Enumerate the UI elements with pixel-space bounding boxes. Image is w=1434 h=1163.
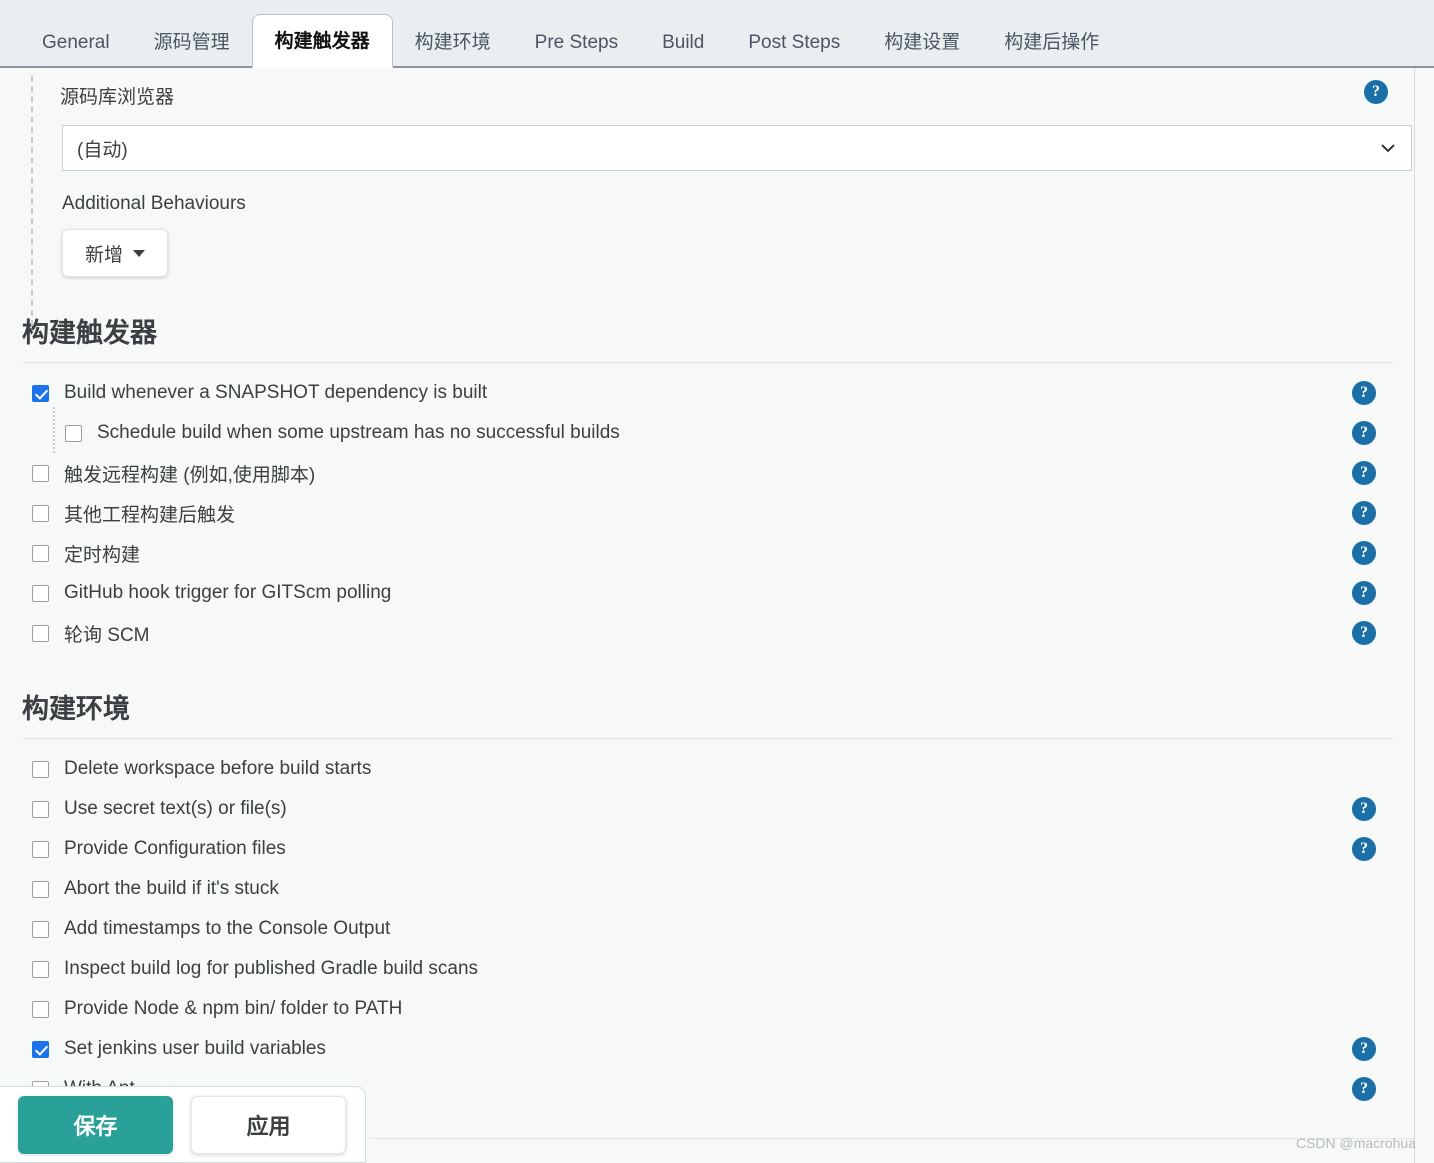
checkbox-label[interactable]: Build whenever a SNAPSHOT dependency is … — [64, 382, 487, 404]
scm-browser-block: ? 源码库浏览器 (自动) Additional Behaviours 新增 — [0, 68, 1414, 277]
tab-bar: General 源码管理 构建触发器 构建环境 Pre Steps Build Post S… — [0, 0, 1434, 68]
build-environment-section: 构建环境 Delete workspace before build start… — [0, 687, 1414, 1109]
tab-7[interactable]: Post Steps — [726, 20, 862, 66]
caret-down-icon — [133, 249, 146, 257]
checkbox-label[interactable]: Provide Node & npm bin/ folder to PATH — [64, 998, 402, 1020]
checkbox-row[interactable]: Set jenkins user build variables? — [22, 1029, 1394, 1069]
checkbox[interactable] — [32, 1040, 49, 1058]
additional-behaviours-label: Additional Behaviours — [62, 193, 246, 214]
scm-browser-select-wrap: (自动) — [62, 125, 1412, 171]
scm-browser-select-value: (自动) — [77, 139, 128, 161]
tab-2[interactable]: 源码管理 — [132, 20, 252, 66]
help-icon[interactable]: ? — [1352, 381, 1376, 405]
checkbox[interactable] — [32, 584, 49, 602]
checkbox-label[interactable]: Schedule build when some upstream has no… — [97, 422, 620, 444]
bottom-divider — [370, 1138, 1414, 1139]
save-button[interactable]: 保存 — [18, 1095, 173, 1154]
help-icon[interactable]: ? — [1352, 837, 1376, 861]
checkbox[interactable] — [32, 800, 49, 818]
config-content: ? 源码库浏览器 (自动) Additional Behaviours 新增 构… — [0, 68, 1415, 1163]
checkbox[interactable] — [32, 384, 49, 402]
checkbox-row[interactable]: 其他工程构建后触发? — [22, 493, 1394, 533]
checkbox[interactable] — [32, 960, 49, 978]
checkbox-label[interactable]: Provide Configuration files — [64, 838, 286, 860]
tab-6[interactable]: Build — [640, 20, 726, 66]
checkbox-row[interactable]: Schedule build when some upstream has no… — [22, 407, 1394, 453]
checkbox-label[interactable]: 轮询 SCM — [64, 620, 150, 647]
checkbox-row[interactable]: Provide Configuration files? — [22, 829, 1394, 869]
checkbox-label[interactable]: Set jenkins user build variables — [64, 1038, 326, 1060]
checkbox[interactable] — [32, 760, 49, 778]
build-triggers-section: 构建触发器 Build whenever a SNAPSHOT dependen… — [0, 311, 1414, 653]
checkbox-row[interactable]: 轮询 SCM? — [22, 613, 1394, 653]
help-icon[interactable]: ? — [1352, 461, 1376, 485]
checkbox-label[interactable]: 其他工程构建后触发 — [64, 500, 235, 527]
tab-label: Pre Steps — [534, 32, 619, 53]
checkbox[interactable] — [32, 880, 49, 898]
build-triggers-title: 构建触发器 — [22, 318, 157, 348]
help-icon[interactable]: ? — [1352, 1037, 1376, 1061]
checkbox[interactable] — [32, 840, 49, 858]
checkbox-label[interactable]: Inspect build log for published Gradle b… — [64, 958, 478, 980]
checkbox[interactable] — [32, 624, 49, 642]
help-icon[interactable]: ? — [1352, 581, 1376, 605]
checkbox-row[interactable]: Abort the build if it's stuck — [22, 869, 1394, 909]
build-environment-rows: Delete workspace before build starts Use … — [22, 749, 1394, 1109]
checkbox[interactable] — [32, 504, 49, 522]
checkbox-label[interactable]: GitHub hook trigger for GITScm polling — [64, 582, 391, 604]
checkbox-label[interactable]: Use secret text(s) or file(s) — [64, 798, 287, 820]
tab-1[interactable]: General — [20, 20, 132, 66]
help-icon[interactable]: ? — [1352, 797, 1376, 821]
build-environment-title: 构建环境 — [22, 694, 130, 724]
checkbox-row[interactable]: Add timestamps to the Console Output — [22, 909, 1394, 949]
tab-4[interactable]: 构建环境 — [393, 20, 513, 66]
form-action-bar: 保存 应用 — [0, 1086, 366, 1163]
build-triggers-rows: Build whenever a SNAPSHOT dependency is … — [22, 373, 1394, 653]
tab-label: 源码管理 — [153, 32, 230, 53]
checkbox-label[interactable]: Abort the build if it's stuck — [64, 878, 279, 900]
checkbox-row[interactable]: Provide Node & npm bin/ folder to PATH — [22, 989, 1394, 1029]
checkbox[interactable] — [32, 1000, 49, 1018]
tab-5[interactable]: Pre Steps — [513, 20, 640, 66]
checkbox-row[interactable]: 触发远程构建 (例如,使用脚本)? — [22, 453, 1394, 493]
tab-label: General — [42, 32, 110, 53]
checkbox-label[interactable]: 触发远程构建 (例如,使用脚本) — [64, 460, 315, 487]
tab-label: Build — [662, 32, 705, 53]
checkbox[interactable] — [32, 464, 49, 482]
section-divider — [22, 738, 1394, 739]
tab-3[interactable]: 构建触发器 — [251, 14, 393, 68]
checkbox-row[interactable]: Inspect build log for published Gradle b… — [22, 949, 1394, 989]
tab-label: 构建触发器 — [274, 31, 370, 52]
section-divider — [22, 362, 1394, 363]
tab-label: 构建环境 — [414, 32, 491, 53]
tab-8[interactable]: 构建设置 — [862, 20, 982, 66]
watermark: CSDN @macrohua — [1295, 1135, 1416, 1151]
help-icon[interactable]: ? — [1352, 541, 1376, 565]
checkbox-row[interactable]: 定时构建? — [22, 533, 1394, 573]
scm-browser-label: 源码库浏览器 — [60, 87, 175, 108]
tab-9[interactable]: 构建后操作 — [982, 20, 1121, 66]
checkbox-row[interactable]: Delete workspace before build starts — [22, 749, 1394, 789]
tab-label: 构建设置 — [884, 32, 961, 53]
checkbox-label[interactable]: 定时构建 — [64, 540, 140, 567]
checkbox-label[interactable]: Delete workspace before build starts — [64, 758, 371, 780]
checkbox-row[interactable]: Build whenever a SNAPSHOT dependency is … — [22, 373, 1394, 413]
help-icon-scm-browser[interactable]: ? — [1364, 80, 1388, 104]
add-behaviour-label: 新增 — [85, 244, 124, 266]
checkbox[interactable] — [32, 920, 49, 938]
checkbox-row[interactable]: Use secret text(s) or file(s)? — [22, 789, 1394, 829]
checkbox-label[interactable]: Add timestamps to the Console Output — [64, 918, 390, 940]
checkbox-row[interactable]: GitHub hook trigger for GITScm polling? — [22, 573, 1394, 613]
checkbox[interactable] — [65, 424, 82, 442]
help-icon[interactable]: ? — [1352, 421, 1376, 445]
apply-button[interactable]: 应用 — [191, 1095, 346, 1154]
help-icon[interactable]: ? — [1352, 1077, 1376, 1101]
help-icon[interactable]: ? — [1352, 621, 1376, 645]
tab-label: 构建后操作 — [1004, 32, 1100, 53]
add-behaviour-button[interactable]: 新增 — [62, 229, 169, 277]
checkbox[interactable] — [32, 544, 49, 562]
tab-label: Post Steps — [748, 32, 841, 53]
help-icon[interactable]: ? — [1352, 501, 1376, 525]
scm-browser-select[interactable]: (自动) — [62, 125, 1412, 171]
